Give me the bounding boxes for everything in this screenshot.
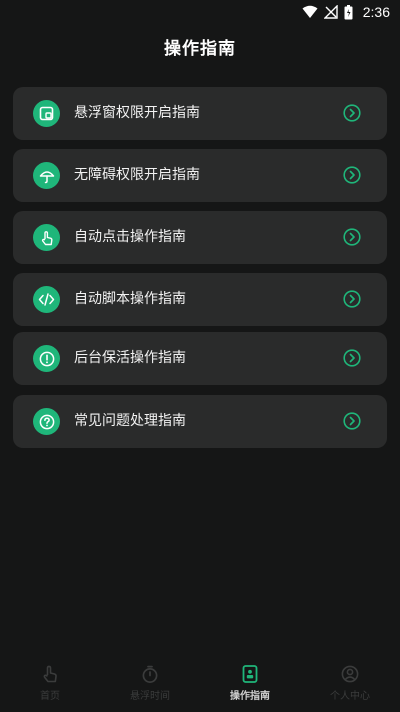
chevron-right-circle-icon: [343, 290, 361, 308]
guide-label: 无障碍权限开启指南: [74, 167, 200, 183]
tap-hand-icon: [43, 665, 57, 683]
no-signal-icon: [323, 5, 338, 19]
person-icon: [341, 665, 359, 683]
guide-card-accessibility[interactable]: 无障碍权限开启指南: [13, 149, 387, 202]
stopwatch-icon: [142, 665, 158, 683]
guide-label: 悬浮窗权限开启指南: [74, 105, 200, 121]
guide-label: 自动脚本操作指南: [74, 291, 186, 307]
guide-card-auto-click[interactable]: 自动点击操作指南: [13, 211, 387, 264]
battery-icon: [344, 4, 353, 19]
status-bar: 2:36: [0, 0, 400, 24]
chevron-right-circle-icon: [343, 166, 361, 184]
nav-label: 个人中心: [330, 691, 370, 702]
wifi-icon: [302, 5, 318, 18]
nav-tab-float-timer[interactable]: 悬浮时间: [100, 652, 200, 712]
chevron-right-circle-icon: [343, 228, 361, 246]
page-title: 操作指南: [164, 39, 236, 59]
guide-book-icon: [242, 665, 258, 683]
guide-card-auto-script[interactable]: 自动脚本操作指南: [13, 273, 387, 326]
nav-tab-guide[interactable]: 操作指南: [200, 652, 300, 712]
question-icon: [33, 408, 60, 435]
chevron-right-circle-icon: [343, 349, 361, 367]
tap-hand-icon: [33, 224, 60, 251]
bottom-nav: 首页 悬浮时间 操作指南 个人中心: [0, 652, 400, 712]
guide-card-background-keepalive[interactable]: 后台保活操作指南: [13, 332, 387, 385]
nav-tab-home[interactable]: 首页: [0, 652, 100, 712]
umbrella-icon: [33, 162, 60, 189]
nav-label: 操作指南: [230, 691, 270, 702]
guide-label: 常见问题处理指南: [74, 413, 186, 429]
nav-label: 首页: [40, 691, 60, 702]
chevron-right-circle-icon: [343, 412, 361, 430]
chevron-right-circle-icon: [343, 104, 361, 122]
code-icon: [33, 286, 60, 313]
guide-card-floating-window[interactable]: 悬浮窗权限开启指南: [13, 87, 387, 140]
nav-label: 悬浮时间: [130, 691, 170, 702]
nav-tab-profile[interactable]: 个人中心: [300, 652, 400, 712]
status-time: 2:36: [362, 4, 390, 20]
guide-label: 自动点击操作指南: [74, 229, 186, 245]
alert-icon: [33, 345, 60, 372]
guide-label: 后台保活操作指南: [74, 350, 186, 366]
guide-card-faq[interactable]: 常见问题处理指南: [13, 395, 387, 448]
floating-window-icon: [33, 100, 60, 127]
